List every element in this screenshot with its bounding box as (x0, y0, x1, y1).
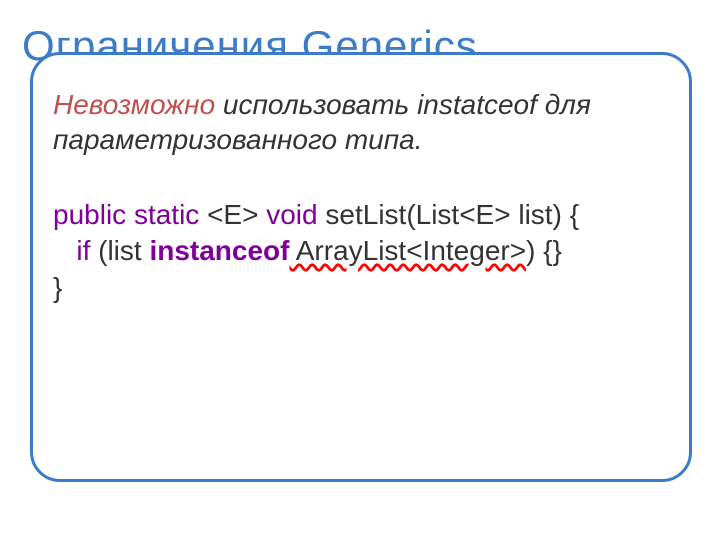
content-box: Невозможно использовать instatceof для п… (30, 52, 692, 482)
if-open: (list (90, 235, 149, 266)
description: Невозможно использовать instatceof для п… (53, 87, 669, 157)
slide: Ограничения Generics Невозможно использо… (0, 0, 720, 540)
kw-if: if (76, 235, 90, 266)
generic-param: <E> (199, 199, 266, 230)
error-span: ArrayList<Integer> (289, 235, 526, 266)
kw-public-static: public static (53, 199, 199, 230)
code-block: public static <E> void setList(List<E> l… (53, 197, 669, 306)
kw-instanceof: instanceof (149, 235, 289, 266)
if-close: ) {} (526, 235, 562, 266)
kw-void: void (266, 199, 317, 230)
close-brace: } (53, 272, 62, 303)
description-emph: Невозможно (53, 89, 215, 120)
sig-rest: setList(List<E> list) { (318, 199, 579, 230)
